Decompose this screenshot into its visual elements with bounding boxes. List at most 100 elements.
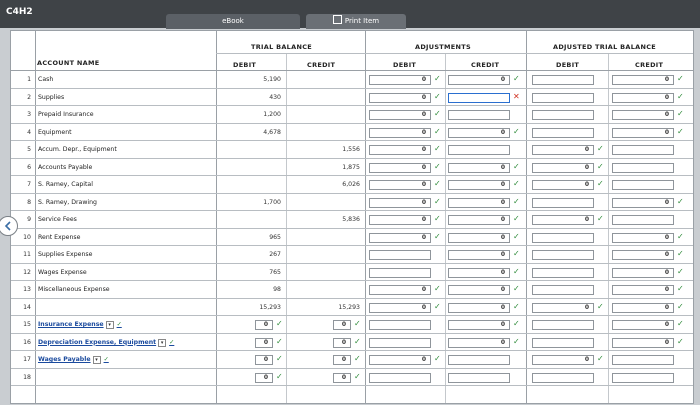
atb-credit-input[interactable]: 0 bbox=[612, 267, 674, 278]
adj-credit-input[interactable]: 0 bbox=[448, 337, 510, 348]
atb-credit-input[interactable]: 0 bbox=[612, 92, 674, 103]
adj-debit-input[interactable] bbox=[369, 267, 431, 278]
tb-credit-value: 5,836 bbox=[342, 216, 360, 223]
adj-credit-input[interactable]: 0 bbox=[448, 302, 510, 313]
adj-credit-input[interactable]: 0 bbox=[448, 267, 510, 278]
atb-debit-input[interactable] bbox=[532, 372, 594, 383]
atb-debit-input[interactable] bbox=[532, 285, 594, 295]
atb-debit-input[interactable]: 0 bbox=[532, 180, 594, 190]
adj-debit-input[interactable]: 0 bbox=[369, 285, 431, 295]
check-icon: ✓ bbox=[169, 338, 175, 346]
adj-credit-input[interactable]: 0 bbox=[448, 127, 510, 138]
tb-credit-input[interactable]: 0 bbox=[333, 320, 351, 330]
tb-debit-value: 15,293 bbox=[259, 303, 281, 311]
account-select[interactable]: Wages Payable ▾ ✓ bbox=[38, 356, 109, 364]
tab-print-item[interactable]: Print Item bbox=[306, 14, 406, 29]
atb-credit-input[interactable]: 0 bbox=[612, 75, 674, 85]
adj-debit-input[interactable]: 0 bbox=[369, 215, 431, 225]
adj-credit-input[interactable] bbox=[448, 92, 510, 103]
tb-credit-value: 6,026 bbox=[342, 181, 360, 188]
atb-debit-input[interactable]: 0 bbox=[532, 145, 594, 155]
atb-debit-input[interactable]: 0 bbox=[532, 355, 594, 365]
tb-credit-input[interactable]: 0 bbox=[333, 355, 351, 365]
row-line bbox=[11, 192, 693, 194]
adj-debit-input[interactable]: 0 bbox=[369, 232, 431, 243]
account-name-text: Prepaid Insurance bbox=[38, 111, 94, 118]
adj-credit-input[interactable]: 0 bbox=[448, 180, 510, 190]
adj-credit-input[interactable] bbox=[448, 145, 510, 155]
tb-debit-input[interactable]: 0 bbox=[255, 320, 273, 330]
atb-debit-input[interactable] bbox=[532, 320, 594, 330]
atb-credit-input[interactable]: 0 bbox=[612, 302, 674, 313]
atb-debit-input[interactable] bbox=[532, 232, 594, 243]
atb-credit-input[interactable]: 0 bbox=[612, 232, 674, 243]
adj-debit-input[interactable]: 0 bbox=[369, 180, 431, 190]
atb-credit-input[interactable]: 0 bbox=[612, 337, 674, 348]
atb-credit-input[interactable]: 0 bbox=[612, 197, 674, 208]
row-number: 14 bbox=[23, 303, 31, 311]
account-select[interactable]: Depreciation Expense, Equipment ▾ ✓ bbox=[38, 338, 175, 347]
atb-credit-input[interactable]: 0 bbox=[612, 320, 674, 330]
adj-credit-input[interactable] bbox=[448, 372, 510, 383]
row-number: 17 bbox=[23, 356, 31, 363]
adj-debit-input[interactable] bbox=[369, 250, 431, 260]
adj-credit-input[interactable]: 0 bbox=[448, 250, 510, 260]
atb-credit-input[interactable] bbox=[612, 355, 674, 365]
atb-credit-input[interactable]: 0 bbox=[612, 250, 674, 260]
adj-credit-input[interactable] bbox=[448, 110, 510, 120]
atb-credit-input[interactable] bbox=[612, 372, 674, 383]
adj-credit-input[interactable]: 0 bbox=[448, 320, 510, 330]
adj-credit-input[interactable] bbox=[448, 355, 510, 365]
tb-debit-input[interactable]: 0 bbox=[255, 337, 273, 348]
atb-credit-input[interactable]: 0 bbox=[612, 110, 674, 120]
atb-credit-input[interactable] bbox=[612, 162, 674, 173]
atb-debit-input[interactable]: 0 bbox=[532, 215, 594, 225]
account-select[interactable]: Insurance Expense ▾ ✓ bbox=[38, 321, 122, 329]
atb-credit-input[interactable]: 0 bbox=[612, 127, 674, 138]
atb-credit-input[interactable] bbox=[612, 180, 674, 190]
tb-credit-input[interactable]: 0 bbox=[333, 372, 351, 383]
adj-debit-input[interactable]: 0 bbox=[369, 127, 431, 138]
adj-credit-input[interactable]: 0 bbox=[448, 162, 510, 173]
atb-debit-input[interactable] bbox=[532, 110, 594, 120]
adj-debit-input[interactable]: 0 bbox=[369, 110, 431, 120]
adj-credit-input[interactable]: 0 bbox=[448, 232, 510, 243]
atb-debit-input[interactable]: 0 bbox=[532, 302, 594, 313]
atb-debit-input[interactable] bbox=[532, 197, 594, 208]
adj-debit-input[interactable]: 0 bbox=[369, 355, 431, 365]
account-name-text: Wages Expense bbox=[38, 268, 87, 276]
atb-debit-input[interactable] bbox=[532, 127, 594, 138]
adj-debit-check-icon: ✓ bbox=[434, 214, 441, 223]
tab-ebook[interactable]: eBook bbox=[166, 14, 300, 29]
tb-debit-value: 98 bbox=[273, 286, 281, 293]
adj-credit-input[interactable]: 0 bbox=[448, 75, 510, 85]
atb-debit-input[interactable] bbox=[532, 267, 594, 278]
tab-print-label: Print Item bbox=[344, 17, 380, 25]
adj-credit-input[interactable]: 0 bbox=[448, 215, 510, 225]
adj-debit-input[interactable]: 0 bbox=[369, 145, 431, 155]
adj-credit-wrong-icon: ✕ bbox=[513, 91, 520, 101]
atb-credit-input[interactable] bbox=[612, 145, 674, 155]
atb-debit-input[interactable] bbox=[532, 250, 594, 260]
atb-debit-input[interactable] bbox=[532, 75, 594, 85]
tb-debit-input[interactable]: 0 bbox=[255, 355, 273, 365]
atb-debit-input[interactable] bbox=[532, 92, 594, 103]
account-name-text: Rent Expense bbox=[38, 233, 81, 241]
adj-credit-input[interactable]: 0 bbox=[448, 197, 510, 208]
adj-debit-input[interactable] bbox=[369, 320, 431, 330]
adj-debit-check-icon: ✓ bbox=[434, 126, 441, 136]
atb-credit-input[interactable]: 0 bbox=[612, 285, 674, 295]
adj-debit-input[interactable] bbox=[369, 337, 431, 348]
adj-credit-input[interactable]: 0 bbox=[448, 285, 510, 295]
adj-debit-input[interactable]: 0 bbox=[369, 92, 431, 103]
adj-debit-input[interactable]: 0 bbox=[369, 75, 431, 85]
atb-credit-input[interactable] bbox=[612, 215, 674, 225]
adj-debit-input[interactable]: 0 bbox=[369, 162, 431, 173]
atb-debit-input[interactable] bbox=[532, 337, 594, 348]
adj-debit-input[interactable]: 0 bbox=[369, 197, 431, 208]
atb-debit-input[interactable]: 0 bbox=[532, 162, 594, 173]
tb-debit-input[interactable]: 0 bbox=[255, 372, 273, 383]
tb-credit-input[interactable]: 0 bbox=[333, 337, 351, 348]
adj-debit-input[interactable] bbox=[369, 372, 431, 383]
adj-debit-input[interactable]: 0 bbox=[369, 302, 431, 313]
